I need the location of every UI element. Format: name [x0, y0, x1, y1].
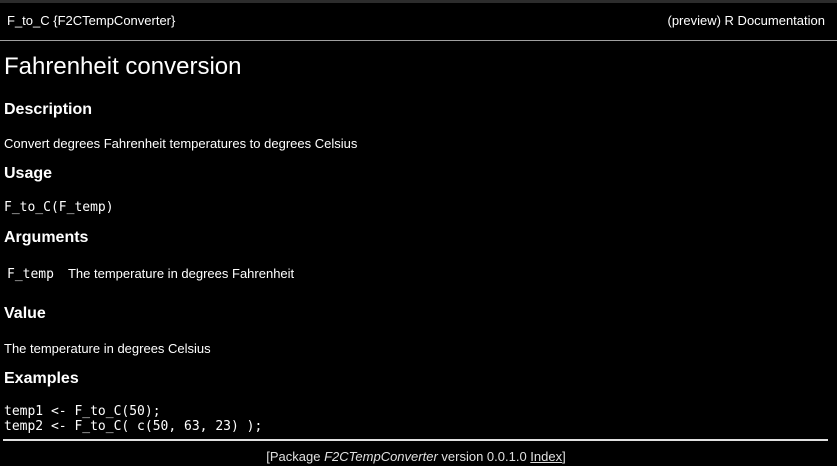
- description-text: Convert degrees Fahrenheit temperatures …: [4, 136, 358, 151]
- page-title: Fahrenheit conversion: [4, 53, 242, 80]
- package-info: [Package F2CTempConverter version 0.0.1.…: [0, 449, 832, 464]
- usage-heading: Usage: [4, 165, 53, 182]
- argument-name: F_temp: [7, 267, 54, 282]
- value-heading: Value: [4, 305, 46, 322]
- documentation-label: (preview) R Documentation: [667, 13, 825, 28]
- doc-header-bar: F_to_C {F2CTempConverter} (preview) R Do…: [0, 3, 837, 41]
- argument-description: The temperature in degrees Fahrenheit: [67, 266, 295, 281]
- description-heading: Description: [4, 101, 93, 118]
- arguments-heading: Arguments: [4, 229, 89, 246]
- package-prefix: [Package: [266, 449, 325, 464]
- topic-label: F_to_C {F2CTempConverter}: [7, 13, 176, 28]
- value-text: The temperature in degrees Celsius: [4, 341, 211, 356]
- footer-divider: [3, 439, 828, 441]
- example-line: temp2 <- F_to_C( c(50, 63, 23) );: [4, 419, 263, 434]
- usage-code: F_to_C(F_temp): [4, 200, 114, 215]
- index-link[interactable]: Index: [530, 449, 562, 464]
- package-version: version 0.0.1.0: [437, 449, 531, 464]
- package-suffix: ]: [562, 449, 566, 464]
- example-line: temp1 <- F_to_C(50);: [4, 404, 161, 419]
- help-viewer: F_to_C {F2CTempConverter} (preview) R Do…: [0, 0, 837, 466]
- argument-row: F_temp The temperature in degrees Fahrenh…: [7, 265, 294, 283]
- package-name: F2CTempConverter: [324, 449, 438, 464]
- examples-heading: Examples: [4, 370, 79, 387]
